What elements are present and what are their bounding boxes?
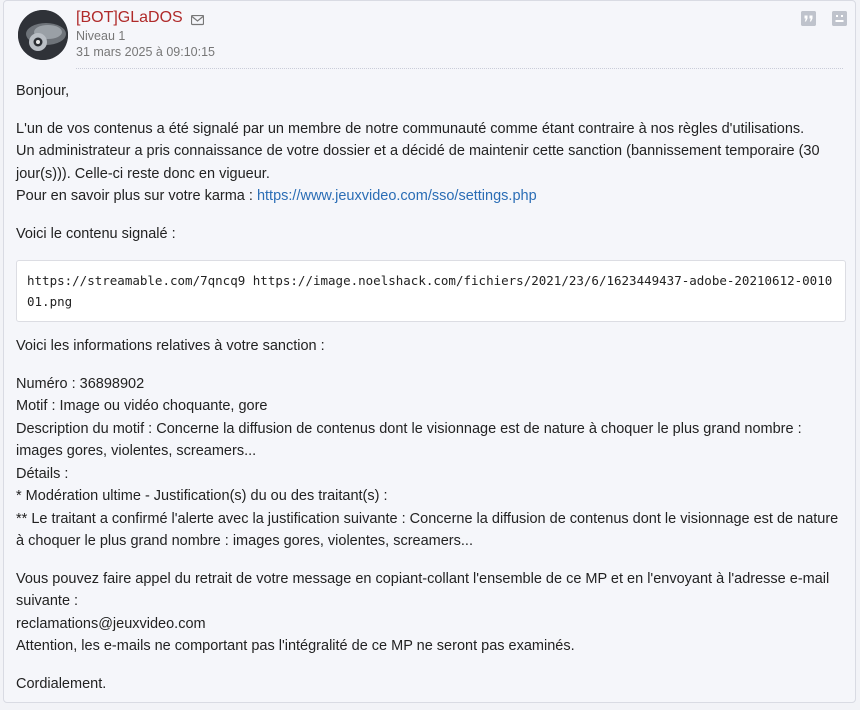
sanction-details-label: Détails : [16,465,69,482]
reported-content-code[interactable]: https://streamable.com/7qncq9 https://im… [16,260,846,322]
sanction-reason: Motif : Image ou vidéo choquante, gore [16,398,268,414]
message-card: [BOT]GLaDOS Niveau 1 31 mars 2025 à 09:1… [3,0,856,703]
sanction-intro: Voici les informations relatives à votre… [16,338,325,354]
notice-line: L'un de vos contenus a été signalé par u… [16,120,805,137]
author-name[interactable]: [BOT]GLaDOS [76,9,183,27]
karma-line: Pour en savoir plus sur votre karma : ht… [16,185,846,208]
appeal-text: Vous pouvez faire appel du retrait de vo… [16,570,830,610]
sanction-details: Numéro : 36898902 Motif : Image ou vidéo… [16,373,846,553]
closing: Cordialement. [16,675,107,692]
reported-intro: Voici le contenu signalé : [16,225,176,242]
envelope-icon[interactable] [190,13,205,31]
appeal-paragraph: Vous pouvez faire appel du retrait de vo… [16,568,846,658]
header-divider [76,68,843,69]
notice-paragraph: L'un de vos contenus a été signalé par u… [16,118,846,208]
appeal-email[interactable]: reclamations@jeuxvideo.com [16,613,846,636]
quote-icon[interactable] [801,11,816,26]
greeting: Bonjour, [16,83,70,99]
sanction-description: Description du motif : Concerne la diffu… [16,420,802,460]
karma-link[interactable]: https://www.jeuxvideo.com/sso/settings.p… [257,188,537,204]
message-body: Bonjour, L'un de vos contenus a été sign… [16,80,846,710]
sanction-justification: ** Le traitant a confirmé l'alerte avec … [16,510,839,550]
avatar-image [18,10,68,60]
appeal-warning: Attention, les e-mails ne comportant pas… [16,638,575,654]
sanction-number: Numéro : 36898902 [16,375,145,392]
karma-label: Pour en savoir plus sur votre karma : [16,188,257,204]
avatar[interactable] [18,10,68,60]
author-level: Niveau 1 [76,29,126,43]
alert-icon[interactable] [832,11,847,26]
notice-line: Un administrateur a pris connaissance de… [16,143,820,182]
message-date: 31 mars 2025 à 09:10:15 [76,45,215,59]
sanction-moderation: * Modération ultime - Justification(s) d… [16,488,388,504]
